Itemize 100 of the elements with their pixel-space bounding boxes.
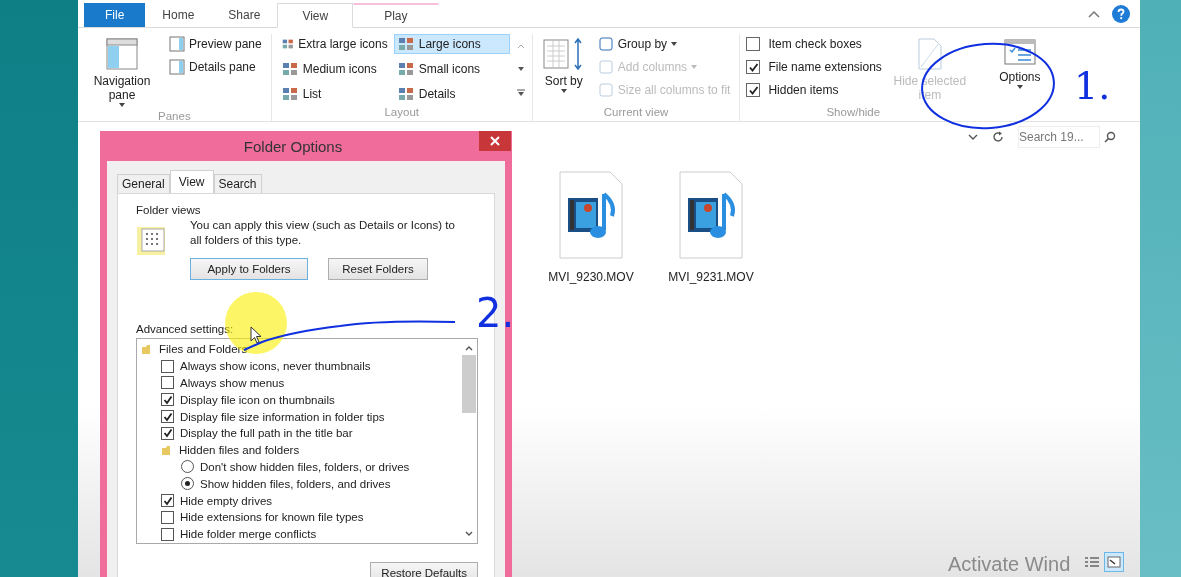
layout-icon [397,37,414,51]
options-icon [1002,37,1037,67]
view-toggle-button[interactable] [1104,552,1124,572]
checkbox[interactable] [161,359,174,373]
setting-label: Display the full path in the title bar [180,427,353,440]
file-name: MVI_9231.MOV [668,270,754,284]
group-label: Layout [383,106,420,120]
help-icon[interactable] [1112,4,1130,23]
description-text: You can apply this view (such as Details or Icons) to all folders of this type. [190,218,455,248]
checkbox[interactable] [161,410,174,424]
page-icon [916,37,943,71]
layout-option[interactable]: Details [393,84,510,104]
caret-icon [671,42,678,46]
dialog-tab[interactable]: Search [213,174,262,193]
search-icon [1104,131,1116,143]
setting-label: Display file size information in folder tips [180,410,385,423]
radio-button[interactable] [181,460,194,474]
checkbox-label: File name extensions [768,60,882,74]
checkbox[interactable] [161,494,174,508]
setting-label: Hide empty drives [180,494,273,507]
pane-button[interactable]: Details pane [166,57,265,77]
mouse-cursor-icon [250,326,262,344]
ribbon-tab[interactable]: File [84,3,146,27]
sort-by-button[interactable]: Sort by [538,34,589,106]
scroll-down-icon[interactable] [516,66,525,72]
layout-icon [281,37,294,51]
layout-option[interactable]: List [277,84,392,104]
details-view-icon [1085,556,1099,568]
ribbon-tab[interactable]: Play [353,3,439,27]
group-label: Panes [157,110,192,124]
navigation-pane-icon [105,37,139,71]
folder-icon [141,343,153,356]
refresh-icon[interactable] [992,131,1004,143]
checkbox-label: Item check boxes [768,37,862,51]
search-field[interactable]: Search 19... [1018,126,1100,148]
ribbon-tab[interactable]: View [277,3,354,28]
restore-defaults-button[interactable]: Restore Defaults [370,562,478,577]
caret-icon [560,89,567,93]
checkbox[interactable] [161,527,174,541]
radio-button[interactable] [181,477,194,491]
dialog-button[interactable]: Reset Folders [328,258,428,280]
layout-option[interactable]: Extra large icons [277,34,392,54]
scroll-down-icon[interactable] [465,531,473,537]
pane-icon [169,59,185,75]
close-button[interactable] [479,131,511,151]
layout-option[interactable]: Small icons [393,59,510,79]
setting-label: Don't show hidden files, folders, or drives [200,460,410,473]
section-heading: Folder views [136,204,202,216]
layout-icon [281,62,298,76]
dialog-tab[interactable]: View [169,170,214,193]
checkbox[interactable] [746,60,761,74]
view-command[interactable]: Group by [594,34,734,54]
ribbon-tab[interactable]: Share [211,3,278,27]
expand-gallery-icon[interactable] [516,89,525,98]
column-icon [597,82,614,98]
video-file-icon[interactable] [558,170,624,260]
setting-label: Hide extensions for known file types [180,511,364,524]
checkbox[interactable] [161,393,174,407]
setting-label: Show hidden files, folders, and drives [200,477,391,490]
column-icon [597,36,614,52]
caret-icon [691,65,698,69]
file-name: MVI_9230.MOV [548,270,634,284]
checkbox[interactable] [161,376,174,390]
group-label: Current view [602,106,670,120]
setting-label: Always show menus [180,377,285,389]
setting-label: Display file icon on thumbnails [180,393,335,406]
options-button[interactable]: Options [977,34,1062,106]
caret-icon [1016,85,1023,89]
close-icon [490,136,500,146]
dialog-title: Folder Options [243,137,343,155]
large-icons-view-icon [1107,556,1121,568]
checkbox[interactable] [161,426,174,440]
annotation-number: 1. [1074,64,1111,108]
layout-option[interactable]: Large icons [393,34,510,54]
column-icon [597,59,614,75]
scroll-up-icon[interactable] [465,345,473,351]
setting-label: Always show icons, never thumbnails [180,360,371,373]
collapse-ribbon-icon[interactable] [1088,9,1100,18]
setting-label: Hidden files and folders [179,444,300,457]
checkbox[interactable] [746,37,761,51]
dialog-button[interactable]: Apply to Folders [190,258,308,280]
pane-button[interactable]: Preview pane [166,34,265,54]
dropdown-icon[interactable] [968,134,978,140]
activation-watermark-text: Activate Wind [948,553,1071,576]
checkbox[interactable] [746,83,761,97]
ribbon-tab[interactable]: Home [145,3,212,27]
group-label: Show/hide [825,106,882,120]
layout-icon [397,87,414,101]
dialog-tab[interactable]: General [117,174,170,193]
setting-label: Hide folder merge conflicts [180,528,317,541]
video-file-icon[interactable] [678,170,744,260]
setting-label: Files and Folders [159,343,248,356]
pane-icon [169,36,185,52]
checkbox[interactable] [161,510,174,524]
layout-option[interactable]: Medium icons [277,59,392,79]
layout-icon [281,87,298,101]
caret-icon [119,103,125,107]
layout-icon [397,62,414,76]
folder-icon [161,444,173,457]
navigation-pane-button[interactable]: Navigation pane [84,34,160,110]
